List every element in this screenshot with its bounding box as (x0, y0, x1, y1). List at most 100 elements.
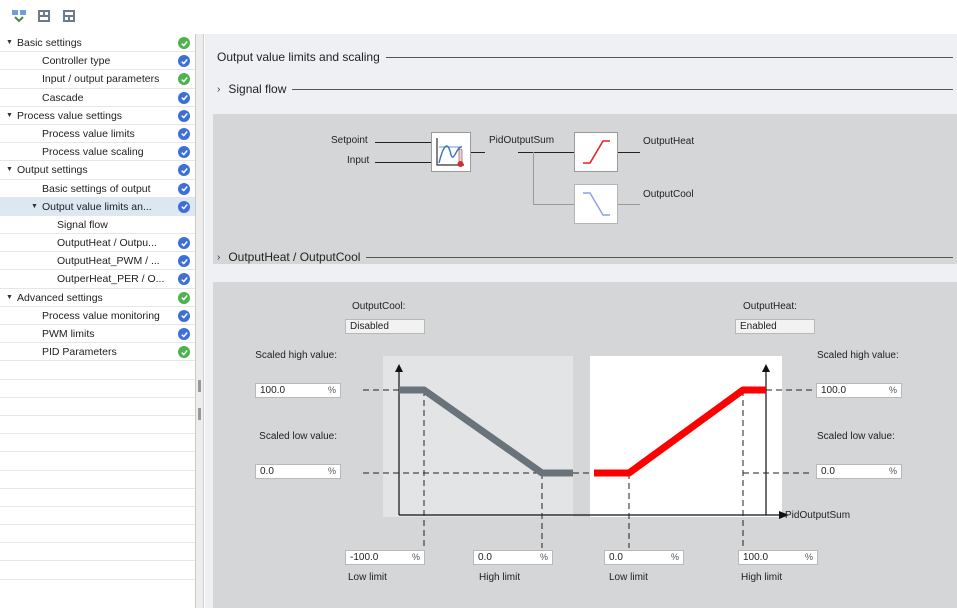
status-default-icon (178, 237, 190, 250)
status-default-icon (178, 273, 190, 286)
nav-item-process-value-scaling[interactable]: Process value scaling (0, 143, 195, 162)
left-scaled-low-field[interactable]: 0.0% (255, 464, 341, 479)
nav-item-basic-settings-of-output[interactable]: Basic settings of output (0, 180, 195, 198)
heat-high-limit-field[interactable]: 100.0% (738, 550, 818, 565)
nav-item-signal-flow[interactable]: Signal flow (0, 216, 195, 235)
scaling-chart (363, 356, 813, 548)
right-scaled-low-label: Scaled low value: (817, 431, 895, 442)
empty-row (0, 471, 195, 489)
left-scaled-high-field[interactable]: 100.0% (255, 383, 341, 398)
status-default-icon (178, 55, 190, 68)
expand-caret-icon[interactable]: ▼ (6, 107, 13, 124)
nav-item-advanced-settings[interactable]: ▼ Advanced settings (0, 289, 195, 307)
nav-item-pwm-limits[interactable]: PWM limits (0, 325, 195, 344)
expand-all-icon[interactable] (35, 7, 53, 25)
input-label: Input (347, 155, 370, 166)
splitter[interactable] (196, 34, 204, 608)
expand-caret-icon[interactable]: ▼ (31, 198, 38, 215)
nav-item-outperheat-per-o[interactable]: OutperHeat_PER / O... (0, 270, 195, 289)
nav-item-label: PWM limits (42, 328, 95, 340)
nav-item-controller-type[interactable]: Controller type (0, 52, 195, 71)
nav-item-label: Input / output parameters (42, 73, 160, 86)
output-heat-state-value: Enabled (740, 321, 777, 332)
cool-high-limit-label: High limit (479, 572, 521, 583)
output-cool-block[interactable] (574, 184, 618, 224)
nav-item-output-value-limits-an[interactable]: ▼ Output value limits an... (0, 197, 195, 216)
cool-low-limit-label: Low limit (348, 572, 387, 583)
nav-item-input-output-parameters[interactable]: Input / output parameters (0, 70, 195, 89)
empty-row (0, 452, 195, 471)
empty-row (0, 561, 195, 580)
left-scaled-low-label: Scaled low value: (259, 431, 337, 442)
section-output-heat-cool[interactable]: › OutputHeat / OutputCool (217, 250, 953, 264)
sum-to-cool-vline (533, 152, 534, 204)
percent-unit: % (670, 552, 679, 562)
expand-caret-icon[interactable]: ▼ (6, 161, 13, 178)
navigation-tree: ▼ Basic settings Controller type Input / ou… (0, 34, 196, 608)
heat-low-limit-field[interactable]: 0.0% (604, 550, 684, 565)
expand-caret-icon[interactable]: ▼ (6, 34, 13, 51)
cool-high-limit-field[interactable]: 0.0% (473, 550, 553, 565)
section-signal-flow[interactable]: › Signal flow (217, 82, 953, 96)
nav-item-label: Signal flow (57, 218, 108, 231)
empty-row (0, 507, 195, 526)
heat-low-limit-label: Low limit (609, 572, 648, 583)
nav-item-process-value-monitoring[interactable]: Process value monitoring (0, 307, 195, 325)
empty-row (0, 543, 195, 562)
pid-controller-block[interactable] (431, 132, 471, 172)
sum-to-heat-line (518, 152, 574, 153)
empty-row (0, 416, 195, 435)
nav-item-outputheat-outpu[interactable]: OutputHeat / Outpu... (0, 234, 195, 253)
cool-low-limit-field[interactable]: -100.0% (345, 550, 425, 565)
nav-item-output-settings[interactable]: ▼ Output settings (0, 161, 195, 180)
pid-output-sum-label: PidOutputSum (489, 135, 555, 146)
chevron-right-icon[interactable]: › (217, 84, 220, 95)
nav-item-basic-settings[interactable]: ▼ Basic settings (0, 34, 195, 53)
status-ok-icon (178, 291, 190, 304)
section-title-output-heat-cool: OutputHeat / OutputCool (228, 250, 361, 264)
nav-item-pid-parameters[interactable]: PID Parameters (0, 343, 195, 362)
heat-region (590, 356, 782, 517)
output-cool-state-value: Disabled (350, 321, 389, 332)
output-heat-state-label: OutputHeat: (743, 301, 797, 312)
nav-item-process-value-limits[interactable]: Process value limits (0, 125, 195, 144)
status-default-icon (178, 164, 190, 177)
nav-item-label: Process value settings (17, 109, 123, 122)
output-heat-label: OutputHeat (643, 136, 695, 147)
empty-row (0, 398, 195, 416)
nav-item-label: Process value scaling (42, 146, 144, 159)
nav-item-label: Cascade (42, 91, 84, 104)
nav-item-label: Basic settings of output (42, 182, 151, 195)
left-scaled-high-label: Scaled high value: (255, 350, 337, 361)
chevron-right-icon[interactable]: › (217, 252, 220, 263)
heat-high-limit-label: High limit (741, 572, 783, 583)
nav-item-process-value-settings[interactable]: ▼ Process value settings (0, 107, 195, 125)
status-default-icon (178, 200, 190, 213)
status-default-icon (178, 109, 190, 122)
section-title-signal-flow: Signal flow (228, 82, 287, 96)
nav-item-label: Controller type (42, 55, 111, 68)
pid-line-join (483, 152, 485, 153)
functional-view-icon[interactable] (10, 7, 28, 25)
expand-caret-icon[interactable]: ▼ (6, 289, 13, 306)
nav-item-label: Advanced settings (17, 291, 103, 304)
right-scaled-high-field[interactable]: 100.0% (816, 383, 902, 398)
status-default-icon (178, 146, 190, 159)
nav-item-label: Output settings (17, 164, 88, 177)
collapse-all-icon[interactable] (60, 7, 78, 25)
toolbar (0, 0, 200, 32)
splitter-grip[interactable] (198, 408, 201, 420)
output-heat-cool-panel: OutputCool: Disabled OutputHeat: Enabled… (213, 282, 957, 608)
right-scaled-low-field[interactable]: 0.0% (816, 464, 902, 479)
percent-unit: % (327, 385, 336, 395)
splitter-grip[interactable] (198, 380, 201, 392)
nav-item-label: PID Parameters (42, 346, 117, 359)
nav-item-cascade[interactable]: Cascade (0, 89, 195, 107)
left-scaled-low-value: 0.0 (260, 466, 274, 477)
empty-row (0, 361, 195, 380)
nav-item-outputheat-pwm[interactable]: OutputHeat_PWM / ... (0, 252, 195, 271)
output-heat-block[interactable] (574, 132, 618, 172)
percent-unit: % (539, 552, 548, 562)
cool-out-line (618, 204, 640, 205)
output-heat-state-field: Enabled (735, 319, 815, 334)
